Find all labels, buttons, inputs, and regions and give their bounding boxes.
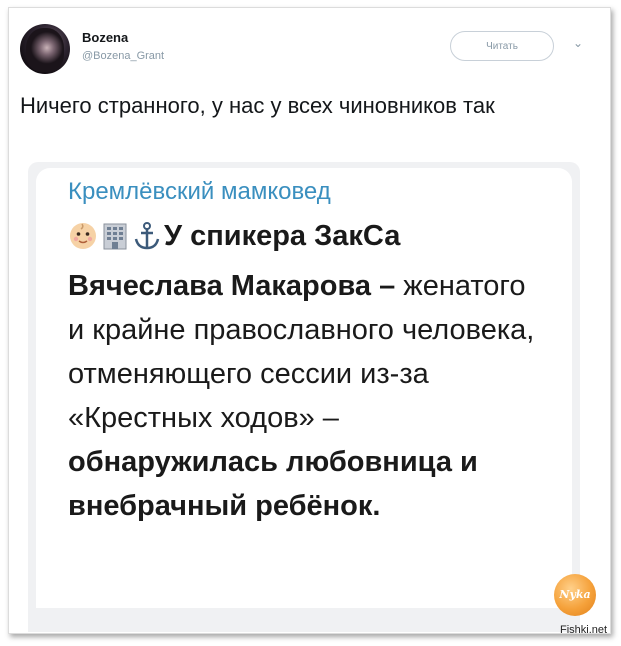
avatar[interactable] bbox=[20, 24, 70, 74]
anchor-icon bbox=[132, 220, 162, 264]
post-text: У спикера ЗакСа Вячеслава Макарова – жен… bbox=[68, 214, 538, 528]
avatar-photo bbox=[26, 28, 64, 72]
watermark-logo: Nyka bbox=[554, 574, 596, 616]
office-building-icon bbox=[100, 220, 130, 264]
tweet-text: Ничего странного, у нас у всех чиновнико… bbox=[20, 93, 495, 118]
tweet-header: Bozena @Bozena_Grant Читать ⌄ bbox=[20, 24, 583, 80]
post-text-bold-2: обнаружилась любовница и внебрачный ребё… bbox=[68, 446, 478, 522]
baby-face-icon bbox=[68, 220, 98, 264]
follow-button[interactable]: Читать bbox=[450, 31, 554, 61]
channel-name[interactable]: Кремлёвский мамковед bbox=[68, 178, 331, 206]
author-handle[interactable]: @Bozena_Grant bbox=[82, 50, 164, 62]
watermark-site: Fishki.net bbox=[560, 624, 608, 636]
chevron-down-icon[interactable]: ⌄ bbox=[573, 36, 583, 50]
author-name[interactable]: Bozena bbox=[82, 30, 128, 45]
